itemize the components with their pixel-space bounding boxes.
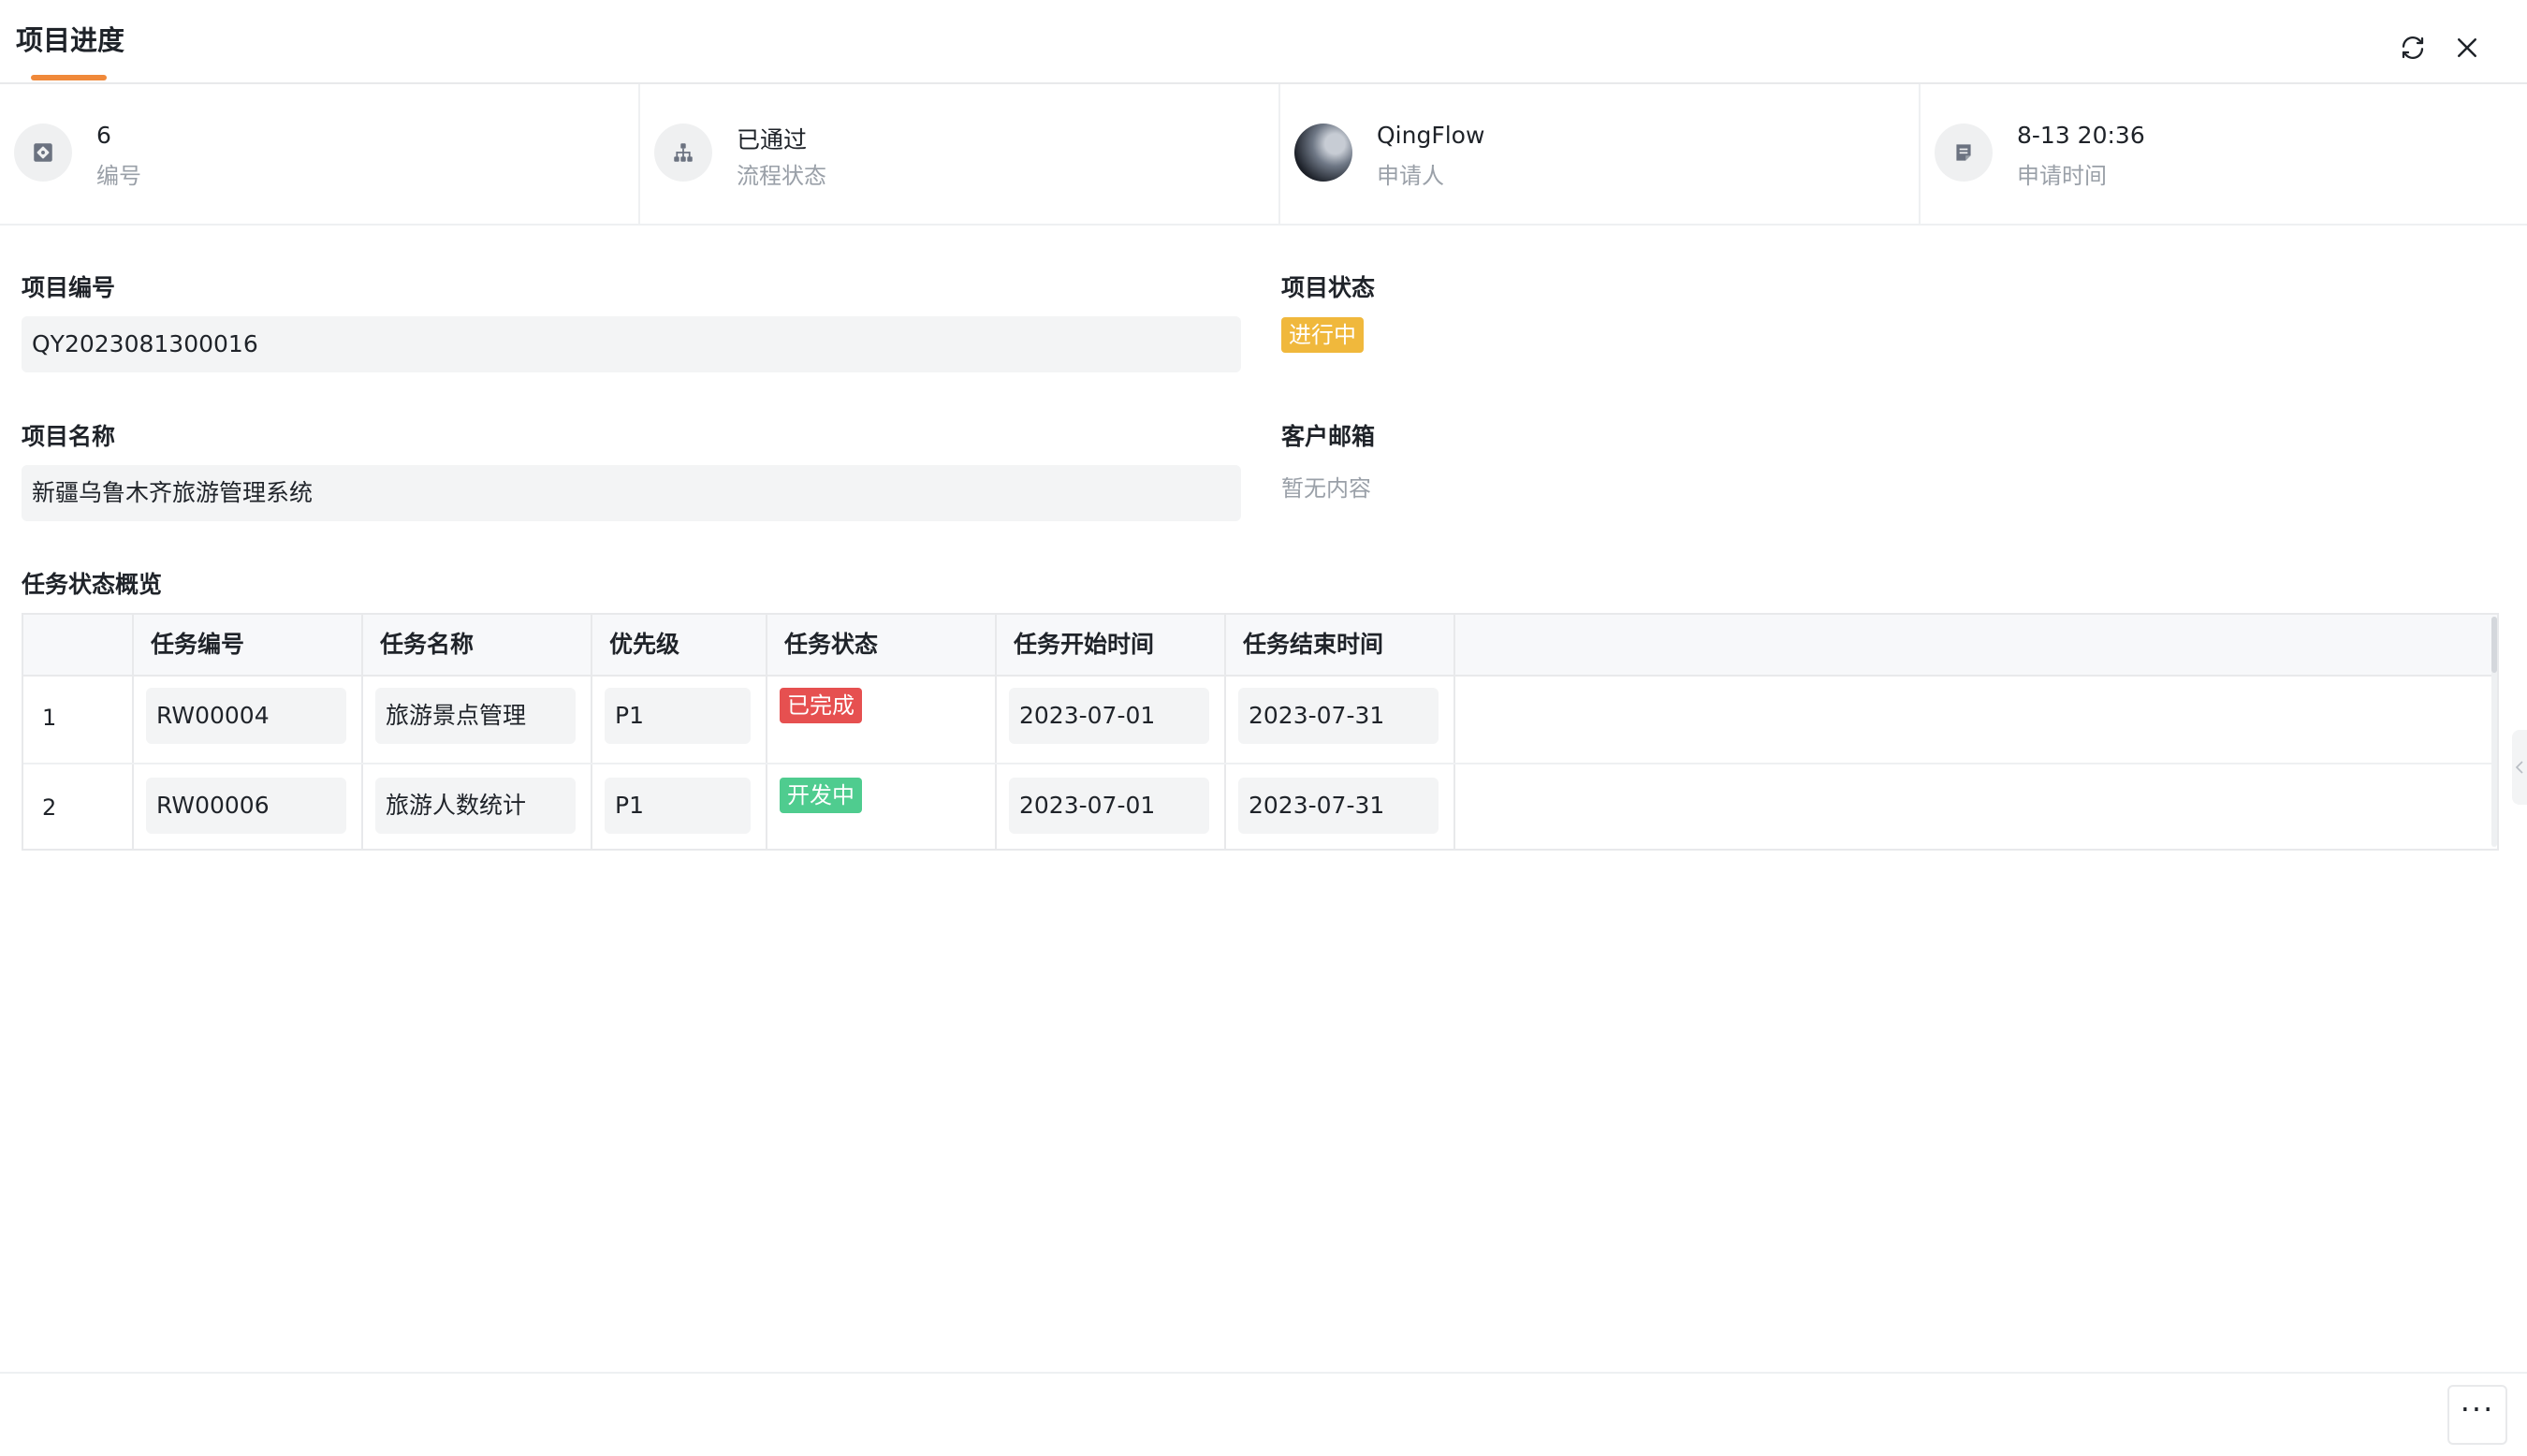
project-no-label: 项目编号	[22, 274, 116, 301]
column-header-task-no: 任务编号	[151, 631, 245, 658]
customer-email-label: 客户邮箱	[1281, 423, 1376, 450]
page-title: 项目进度	[16, 24, 125, 56]
close-button[interactable]	[2451, 32, 2483, 64]
refresh-icon	[2402, 36, 2424, 59]
close-icon	[2458, 38, 2476, 57]
info-cell-flow: 已通过 流程状态	[640, 84, 1280, 224]
project-name-field[interactable]: 新疆乌鲁木齐旅游管理系统	[22, 465, 1241, 521]
apply-time-value: 8-13 20:36	[2017, 122, 2145, 149]
info-strip: 6 编号 已通过 流程状态 QingFlow 申请人 8-13 20:36 申请…	[0, 84, 2527, 226]
more-actions-button[interactable]: ···	[2447, 1385, 2507, 1445]
task-no-cell[interactable]: RW00006	[146, 778, 346, 834]
column-header-start-time: 任务开始时间	[1014, 631, 1155, 658]
end-time-cell[interactable]: 2023-07-31	[1238, 778, 1439, 834]
more-icon: ···	[2460, 1391, 2495, 1427]
table-scrollbar[interactable]	[2491, 617, 2497, 847]
start-time-cell[interactable]: 2023-07-01	[1009, 688, 1209, 744]
row-index: 1	[42, 705, 57, 731]
project-status-label: 项目状态	[1281, 274, 1376, 301]
task-status-badge: 开发中	[780, 778, 862, 813]
project-name-label: 项目名称	[22, 423, 116, 450]
applicant-label: 申请人	[1377, 163, 1444, 189]
task-name-cell[interactable]: 旅游景点管理	[375, 688, 576, 744]
row-index: 2	[42, 794, 57, 821]
avatar	[1294, 124, 1352, 182]
record-id-label: 编号	[96, 163, 141, 189]
chevron-left-icon	[2515, 761, 2523, 774]
dialog-header: 项目进度	[0, 0, 2527, 84]
id-card-icon	[14, 124, 72, 182]
table-row[interactable]: 2 RW00006 旅游人数统计 P1 开发中 2023-07-01 2023-…	[23, 763, 2497, 852]
customer-email-value: 暂无内容	[1281, 475, 1371, 502]
start-time-cell[interactable]: 2023-07-01	[1009, 778, 1209, 834]
task-status-badge: 已完成	[780, 688, 862, 723]
flow-chart-icon	[654, 124, 712, 182]
task-name-cell[interactable]: 旅游人数统计	[375, 778, 576, 834]
title-underline	[31, 75, 107, 80]
table-row[interactable]: 1 RW00004 旅游景点管理 P1 已完成 2023-07-01 2023-…	[23, 675, 2497, 763]
end-time-cell[interactable]: 2023-07-31	[1238, 688, 1439, 744]
flow-status-value: 已通过	[737, 126, 808, 153]
document-icon	[1935, 124, 1993, 182]
applicant-value: QingFlow	[1377, 122, 1485, 149]
priority-cell[interactable]: P1	[605, 778, 751, 834]
apply-time-label: 申请时间	[2017, 163, 2107, 189]
table-title: 任务状态概览	[22, 571, 163, 598]
collapse-panel-handle[interactable]	[2512, 730, 2527, 805]
record-id-value: 6	[96, 122, 111, 149]
task-status-table: 任务编号 任务名称 优先级 任务状态 任务开始时间 任务结束时间 1 RW000…	[22, 613, 2499, 851]
dialog-footer: ···	[0, 1372, 2527, 1456]
column-header-end-time: 任务结束时间	[1243, 631, 1384, 658]
column-header-task-status: 任务状态	[784, 631, 879, 658]
refresh-button[interactable]	[2397, 32, 2429, 64]
scrollbar-thumb[interactable]	[2491, 617, 2497, 673]
info-cell-id: 6 编号	[0, 84, 640, 224]
project-status-badge: 进行中	[1281, 317, 1364, 353]
column-header-task-name: 任务名称	[380, 631, 475, 658]
table-header: 任务编号 任务名称 优先级 任务状态 任务开始时间 任务结束时间	[23, 615, 2497, 677]
info-cell-time: 8-13 20:36 申请时间	[1921, 84, 2527, 224]
project-no-field[interactable]: QY2023081300016	[22, 316, 1241, 372]
info-cell-applicant: QingFlow 申请人	[1280, 84, 1921, 224]
column-header-priority: 优先级	[609, 631, 680, 658]
task-no-cell[interactable]: RW00004	[146, 688, 346, 744]
flow-status-label: 流程状态	[737, 163, 826, 189]
priority-cell[interactable]: P1	[605, 688, 751, 744]
